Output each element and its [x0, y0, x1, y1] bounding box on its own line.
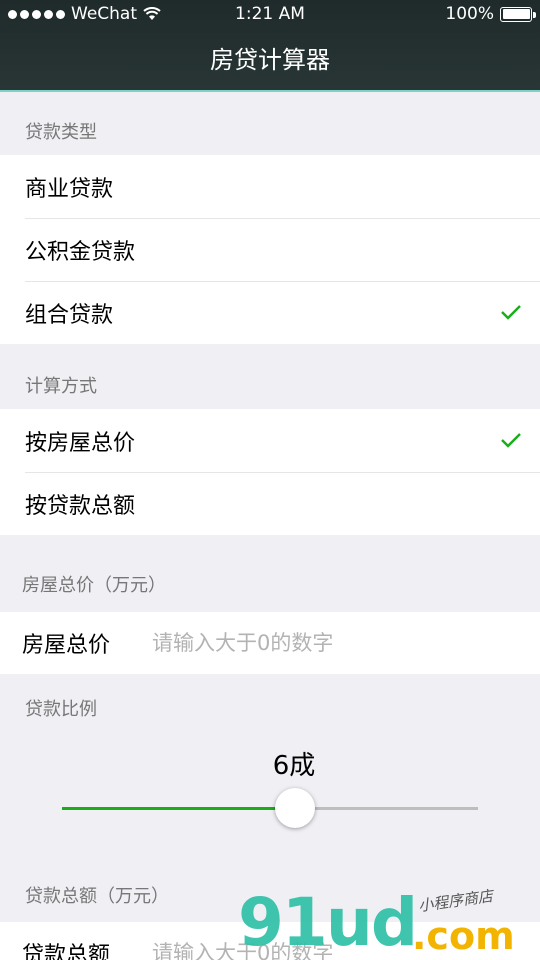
loan-total-row: 贷款总额	[0, 922, 540, 960]
loan-total-input[interactable]	[152, 941, 472, 960]
page-title: 房贷计算器	[210, 46, 330, 74]
calc-method-list: 按房屋总价 按贷款总额	[0, 409, 540, 535]
status-right: 100%	[445, 4, 536, 24]
option-label: 按房屋总价	[25, 430, 136, 456]
calc-method-option-house-price[interactable]: 按房屋总价	[0, 409, 540, 472]
battery-percent: 100%	[445, 4, 494, 24]
slider-fill	[62, 807, 295, 810]
house-price-label: 房屋总价	[22, 633, 111, 658]
watermark-tagline: 小程序商店	[417, 886, 494, 916]
option-label: 公积金贷款	[25, 239, 136, 265]
calc-method-option-loan-total[interactable]: 按贷款总额	[0, 472, 540, 535]
battery-icon	[500, 6, 536, 22]
loan-type-label: 贷款类型	[25, 122, 97, 143]
house-price-section-label: 房屋总价（万元）	[22, 575, 166, 596]
loan-type-list: 商业贷款 公积金贷款 组合贷款	[0, 155, 540, 344]
house-price-row: 房屋总价	[0, 612, 540, 674]
slider-thumb[interactable]	[274, 788, 315, 828]
loan-total-label: 贷款总额	[22, 943, 111, 960]
house-price-input[interactable]	[152, 631, 472, 655]
checkmark-icon	[501, 305, 521, 320]
loan-type-option-provident[interactable]: 公积金贷款	[0, 218, 540, 281]
loan-ratio-section-label: 贷款比例	[25, 699, 97, 720]
calc-method-label: 计算方式	[25, 376, 97, 397]
loan-type-option-commercial[interactable]: 商业贷款	[0, 155, 540, 218]
loan-type-option-combined[interactable]: 组合贷款	[0, 281, 540, 344]
top-bar: WeChat 1:21 AM 100% 房贷计算器	[0, 0, 540, 92]
option-label: 组合贷款	[25, 302, 114, 328]
loan-ratio-value: 6成	[272, 751, 316, 781]
option-label: 商业贷款	[25, 176, 114, 202]
loan-ratio-slider[interactable]	[62, 788, 478, 828]
status-bar: WeChat 1:21 AM 100%	[0, 0, 540, 28]
loan-total-section-label: 贷款总额（万元）	[25, 886, 169, 907]
option-label: 按贷款总额	[25, 493, 136, 519]
checkmark-icon	[501, 433, 521, 448]
